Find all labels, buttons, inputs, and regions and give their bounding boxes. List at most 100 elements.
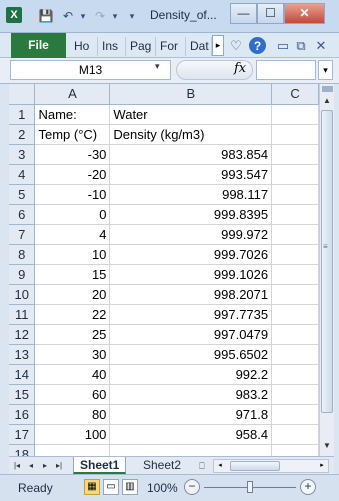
row-header[interactable]: 17 xyxy=(9,424,36,445)
cell-b[interactable]: 992.2 xyxy=(109,364,273,385)
cell-b[interactable]: Water xyxy=(109,104,273,125)
cell-c[interactable] xyxy=(271,124,319,145)
expand-formula-bar-button[interactable]: ▾ xyxy=(318,60,333,80)
insert-function-icon[interactable]: fx xyxy=(234,61,246,76)
insert-sheet-icon[interactable]: ⎕ xyxy=(195,459,209,473)
row-header[interactable]: 10 xyxy=(9,284,36,305)
row-header[interactable]: 15 xyxy=(9,384,36,405)
tab-page-layout[interactable]: Pag xyxy=(126,37,156,56)
row-header[interactable]: 13 xyxy=(9,344,36,365)
redo-icon[interactable]: ↷ xyxy=(92,7,108,25)
zoom-in-icon[interactable]: + xyxy=(300,479,316,495)
last-sheet-icon[interactable]: ▸| xyxy=(53,459,65,472)
cell-a[interactable]: 0 xyxy=(34,204,111,225)
minimize-button[interactable]: — xyxy=(230,3,257,24)
next-sheet-icon[interactable]: ▸ xyxy=(39,459,51,472)
scroll-left-icon[interactable]: ◂ xyxy=(214,460,226,472)
cell-b[interactable] xyxy=(109,444,273,456)
cell-b[interactable]: 997.0479 xyxy=(109,324,273,345)
cell-c[interactable] xyxy=(271,104,319,125)
split-box[interactable] xyxy=(322,86,333,92)
cell-a[interactable]: 100 xyxy=(34,424,111,445)
tab-formulas[interactable]: For xyxy=(156,37,186,56)
save-icon[interactable]: 💾 xyxy=(38,7,54,25)
cell-a[interactable]: 25 xyxy=(34,324,111,345)
cell-a[interactable]: 80 xyxy=(34,404,111,425)
tab-home[interactable]: Ho xyxy=(70,37,98,56)
close-button[interactable]: ✕ xyxy=(284,3,325,24)
page-layout-view-icon[interactable]: ▭ xyxy=(103,479,119,495)
cell-a[interactable]: Name: xyxy=(34,104,111,125)
scroll-down-icon[interactable]: ▼ xyxy=(320,439,334,453)
cell-a[interactable]: 30 xyxy=(34,344,111,365)
zoom-slider-handle[interactable] xyxy=(247,481,253,493)
horizontal-scrollbar[interactable]: ◂ ▸ xyxy=(213,459,329,473)
cell-c[interactable] xyxy=(271,364,319,385)
undo-icon[interactable]: ↶ xyxy=(60,7,76,25)
cell-a[interactable]: 20 xyxy=(34,284,111,305)
chevron-down-icon[interactable]: ▾ xyxy=(155,61,160,72)
cell-b[interactable]: 999.8395 xyxy=(109,204,273,225)
cell-c[interactable] xyxy=(271,344,319,365)
cell-b[interactable]: 971.8 xyxy=(109,404,273,425)
name-box[interactable]: M13 xyxy=(10,60,171,80)
cell-a[interactable]: -10 xyxy=(34,184,111,205)
column-header-a[interactable]: A xyxy=(34,84,111,105)
formula-input[interactable] xyxy=(256,60,316,80)
row-header[interactable]: 3 xyxy=(9,144,36,165)
normal-view-icon[interactable]: ▦ xyxy=(84,479,100,495)
cell-b[interactable]: 999.7026 xyxy=(109,244,273,265)
help-icon[interactable]: ? xyxy=(249,37,266,54)
cell-b[interactable]: 993.547 xyxy=(109,164,273,185)
cell-a[interactable]: 15 xyxy=(34,264,111,285)
vertical-scrollbar[interactable]: ▲ ≡ ▼ xyxy=(319,84,334,456)
cell-a[interactable]: 4 xyxy=(34,224,111,245)
zoom-out-icon[interactable]: − xyxy=(184,479,200,495)
cell-c[interactable] xyxy=(271,424,319,445)
cell-b[interactable]: 997.7735 xyxy=(109,304,273,325)
row-header[interactable]: 5 xyxy=(9,184,36,205)
cell-a[interactable]: 10 xyxy=(34,244,111,265)
first-sheet-icon[interactable]: |◂ xyxy=(11,459,23,472)
cell-c[interactable] xyxy=(271,384,319,405)
cell-a[interactable]: 22 xyxy=(34,304,111,325)
cell-a[interactable]: Temp (°C) xyxy=(34,124,111,145)
vertical-scroll-thumb[interactable] xyxy=(321,110,333,413)
cell-b[interactable]: 998.117 xyxy=(109,184,273,205)
row-header[interactable]: 4 xyxy=(9,164,36,185)
cell-c[interactable] xyxy=(271,444,319,456)
excel-app-icon[interactable]: X xyxy=(6,7,22,23)
cell-c[interactable] xyxy=(271,264,319,285)
cell-a[interactable]: 40 xyxy=(34,364,111,385)
cell-b[interactable]: 998.2071 xyxy=(109,284,273,305)
cell-b[interactable]: Density (kg/m3) xyxy=(109,124,273,145)
cell-a[interactable]: -30 xyxy=(34,144,111,165)
tab-insert[interactable]: Ins xyxy=(98,37,126,56)
ribbon-close-icon[interactable]: ✕ xyxy=(314,37,328,55)
row-header[interactable]: 7 xyxy=(9,224,36,245)
cell-a[interactable]: -20 xyxy=(34,164,111,185)
ribbon-restore-icon[interactable]: ⧉ xyxy=(294,37,308,55)
customize-qat-icon[interactable]: ▾ xyxy=(126,7,138,25)
row-header[interactable]: 2 xyxy=(9,124,36,145)
cell-c[interactable] xyxy=(271,244,319,265)
cell-c[interactable] xyxy=(271,184,319,205)
horizontal-scroll-thumb[interactable] xyxy=(230,461,280,471)
cell-c[interactable] xyxy=(271,304,319,325)
cell-b[interactable]: 999.972 xyxy=(109,224,273,245)
ribbon-scroll-right-button[interactable]: ▸ xyxy=(212,35,224,56)
cell-a[interactable]: 60 xyxy=(34,384,111,405)
tab-data[interactable]: Dat xyxy=(186,37,212,56)
cell-b[interactable]: 983.2 xyxy=(109,384,273,405)
row-header[interactable]: 12 xyxy=(9,324,36,345)
row-header[interactable]: 18 xyxy=(9,444,36,456)
zoom-level[interactable]: 100% xyxy=(147,481,178,495)
row-header[interactable]: 16 xyxy=(9,404,36,425)
cell-b[interactable]: 983.854 xyxy=(109,144,273,165)
worksheet-grid[interactable]: A B C 1 Name: Water 2 Temp (°C) Density (kg/m… xyxy=(9,84,319,456)
sheet-tab-sheet1[interactable]: Sheet1 xyxy=(73,457,127,474)
select-all-corner[interactable] xyxy=(9,84,36,105)
ribbon-minimize-icon[interactable]: ▭ xyxy=(276,37,290,55)
cell-c[interactable] xyxy=(271,284,319,305)
row-header[interactable]: 8 xyxy=(9,244,36,265)
